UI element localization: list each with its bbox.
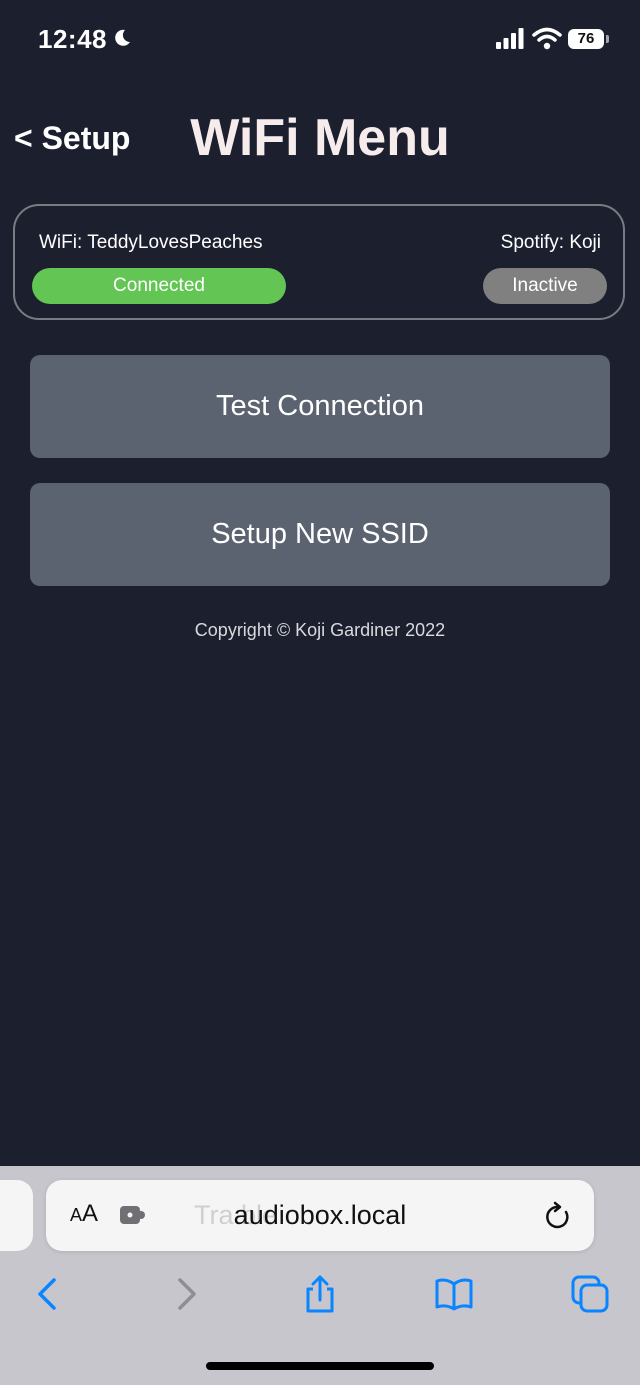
home-indicator [206,1362,434,1370]
clock-time: 12:48 [38,24,107,54]
share-icon[interactable] [300,1274,340,1314]
reload-icon[interactable] [544,1201,572,1231]
moon-icon [115,29,130,46]
url-text[interactable]: audiobox.local [46,1200,594,1231]
test-connection-button[interactable]: Test Connection [30,355,610,458]
signal-icon [496,28,524,49]
copyright-footer: Copyright © Koji Gardiner 2022 [194,620,446,640]
battery-icon: 76 [568,29,610,51]
address-bar[interactable]: AA Tra ble audiobox.local [46,1180,594,1251]
setup-new-ssid-button[interactable]: Setup New SSID [30,483,610,586]
spotify-account-label: Spotify: Koji [500,232,601,253]
wifi-network-label: WiFi: TeddyLovesPeaches [39,232,263,253]
tabs-icon[interactable] [570,1274,610,1314]
battery-level: 76 [577,30,595,47]
bookmarks-icon[interactable] [434,1274,474,1314]
wifi-icon [532,27,562,50]
spotify-status-badge: Inactive [483,268,607,304]
status-bar: 12:48 76 [0,0,640,80]
wifi-status-badge: Connected [32,268,286,304]
status-card: WiFi: TeddyLovesPeaches Spotify: Koji Co… [13,204,625,320]
previous-tab-preview[interactable] [0,1180,33,1251]
page-title: WiFi Menu [190,109,450,167]
back-arrow-icon[interactable] [28,1274,68,1314]
forward-arrow-icon[interactable] [166,1274,206,1314]
browser-toolbar: AA Tra ble audiobox.local [0,1166,640,1385]
